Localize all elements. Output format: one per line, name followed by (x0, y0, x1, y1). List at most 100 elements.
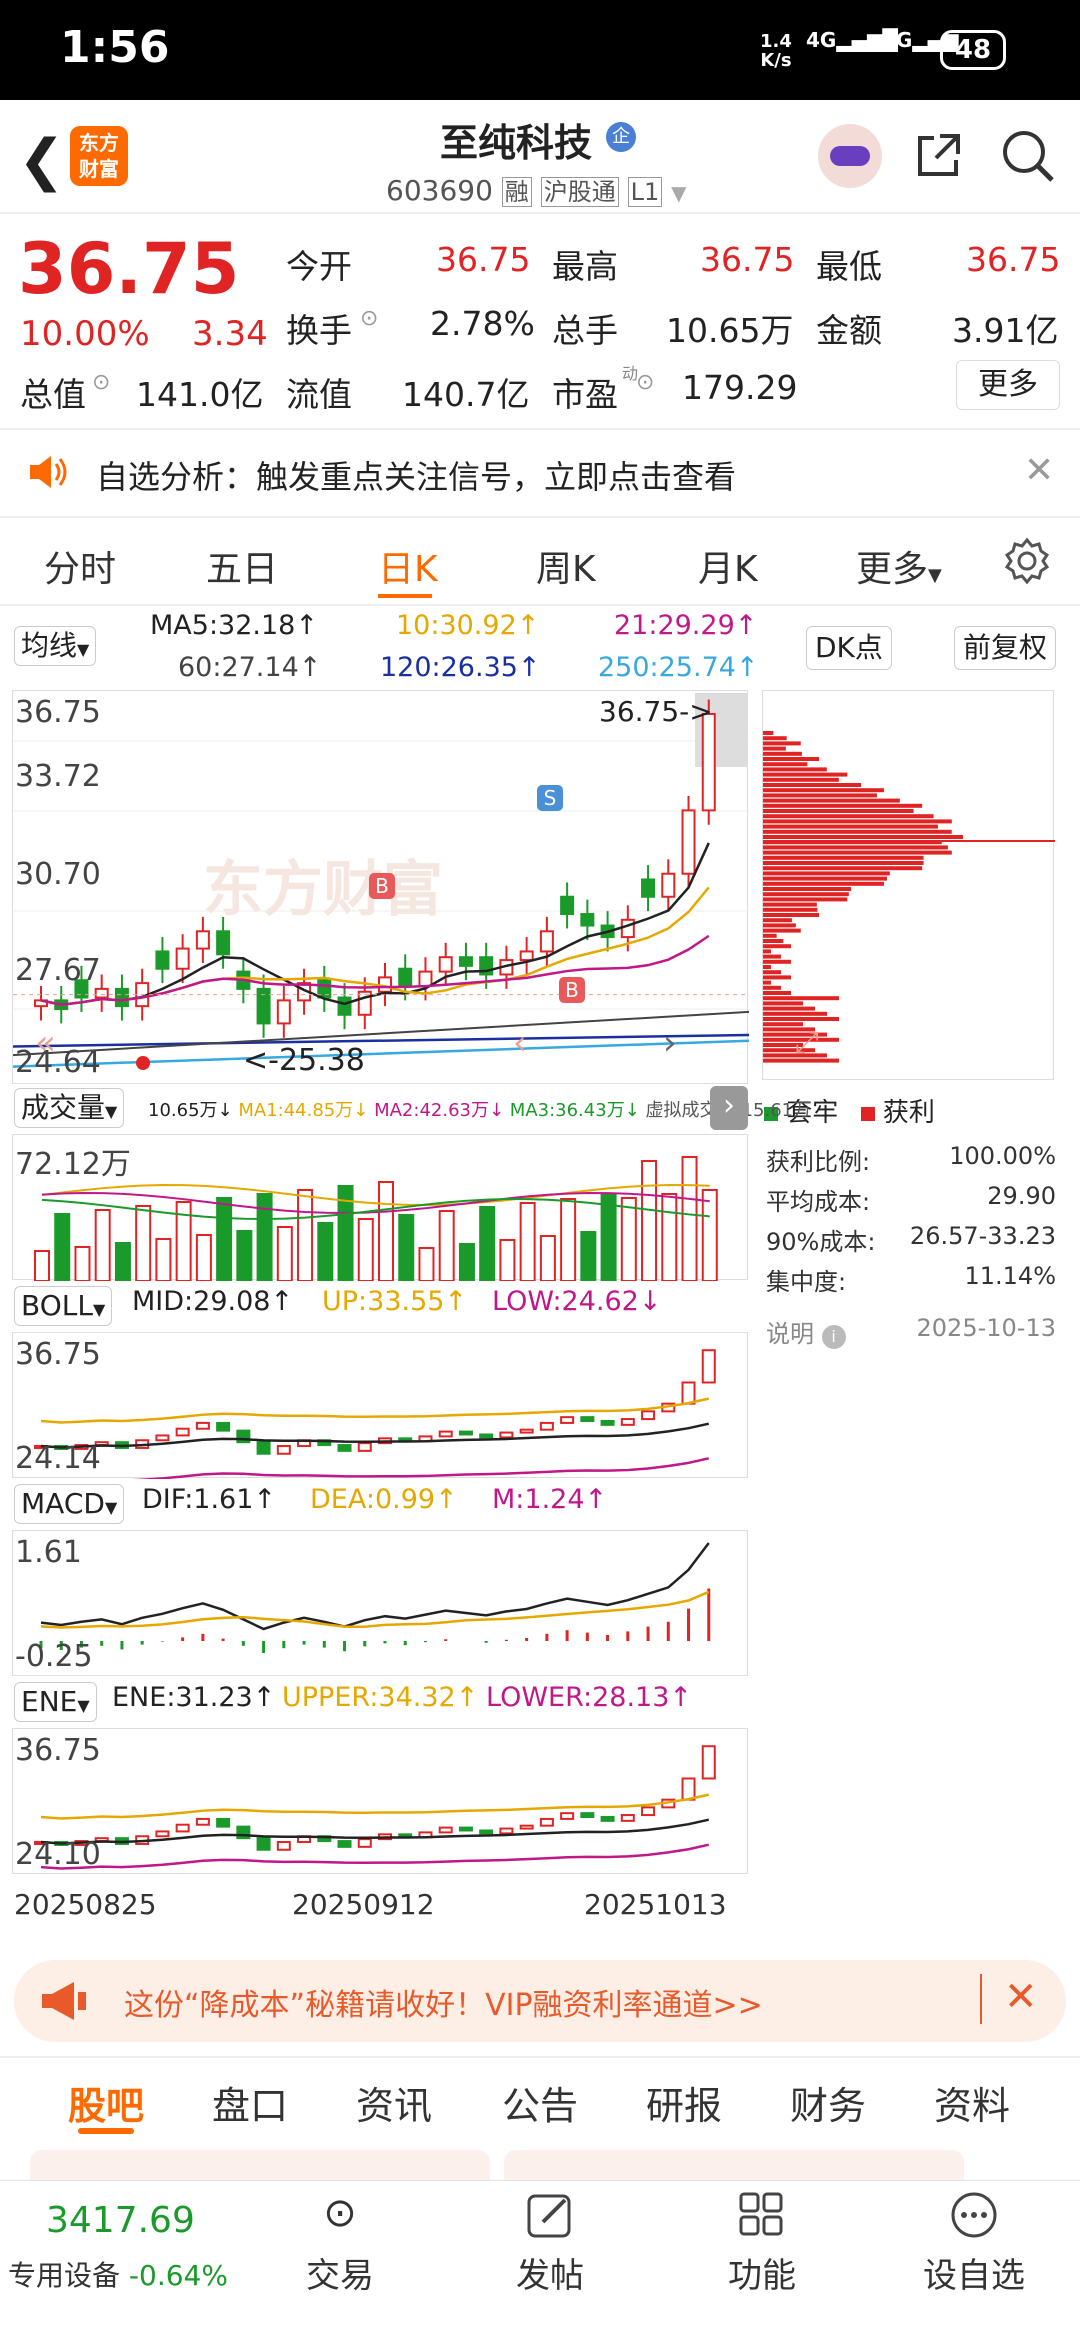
date-label-end: 20251013 (584, 1888, 727, 1921)
volume-bar (539, 1235, 556, 1282)
value-float-cap: 140.7亿 (402, 375, 530, 414)
chip-bar (763, 1006, 815, 1011)
value-market-cap: 141.0亿 (136, 375, 264, 414)
nav-functions[interactable]: 功能 (722, 2190, 802, 2297)
chip-bar (763, 809, 914, 813)
search-icon[interactable] (1000, 128, 1056, 184)
level-tag[interactable]: L1 (627, 177, 663, 207)
label-high: 最高 (552, 247, 618, 286)
notice-text[interactable]: 自选分析：触发重点关注信号，立即点击查看 (96, 452, 736, 498)
info-icon[interactable]: i (821, 1325, 846, 1349)
volume-bar (74, 1246, 91, 1282)
chip-bar (763, 876, 887, 881)
boll-select[interactable]: BOLL▼ (14, 1286, 113, 1326)
back-icon[interactable]: ❮ (18, 128, 65, 193)
tab-order-book[interactable]: 盘口 (212, 2075, 288, 2130)
chip-bar (763, 980, 771, 985)
nav-trade[interactable]: ⊙ 交易 (300, 2190, 380, 2297)
tab-financials[interactable]: 财务 (790, 2075, 866, 2130)
chip-bar (763, 762, 808, 767)
candle-body (114, 987, 129, 1008)
volume-bar (620, 1197, 637, 1282)
close-icon[interactable]: ✕ (1024, 450, 1054, 491)
gear-icon[interactable] (1002, 536, 1052, 586)
chip-bar (763, 887, 852, 891)
more-button[interactable]: 更多 (956, 360, 1060, 410)
label-open: 今开 (286, 247, 352, 286)
chip-bar (763, 1011, 827, 1016)
volume-bar (54, 1213, 71, 1282)
mini-candle (195, 1817, 210, 1826)
tab-more[interactable]: 更多▼ (856, 540, 942, 592)
chip-bar (763, 741, 801, 746)
tab-profile[interactable]: 资料 (934, 2075, 1010, 2130)
promo-banner[interactable]: 这份“降成本”秘籍请收好！VIP融资利率通道>> ✕ (14, 1960, 1066, 2042)
dk-point-button[interactable]: DK点 (806, 626, 892, 670)
status-time: 1:56 (60, 22, 170, 73)
prev-icon[interactable]: ‹ (513, 1023, 527, 1063)
nav-post[interactable]: 发帖 (510, 2190, 590, 2297)
ene-chart[interactable]: 36.75 24.10 (12, 1728, 748, 1874)
expand-icon[interactable]: ⤢ (795, 1025, 819, 1060)
ma-select[interactable]: 均线▼ (14, 626, 97, 666)
nav-add-favorite[interactable]: 设自选 (914, 2190, 1034, 2297)
value-pe: 179.29 (682, 368, 798, 407)
candle-body (458, 956, 473, 967)
tab-research[interactable]: 研报 (646, 2075, 722, 2130)
chevron-down-icon[interactable]: ▼ (671, 181, 686, 205)
info-icon[interactable]: ⊙ (92, 370, 110, 395)
tab-forum[interactable]: 股吧 (68, 2075, 144, 2130)
close-icon[interactable]: ✕ (1004, 1974, 1038, 2020)
index-value[interactable]: 3417.69 (46, 2200, 195, 2241)
chip-bar (763, 845, 948, 850)
mini-candle (681, 1381, 696, 1405)
battery-icon: 48 (940, 30, 1006, 70)
expand-side-icon[interactable]: › (710, 1086, 748, 1130)
tab-news[interactable]: 资讯 (356, 2075, 432, 2130)
candle-body (398, 967, 413, 987)
volume-y-max: 72.12万 (15, 1147, 131, 1182)
tab-daily-k[interactable]: 日K (378, 540, 438, 592)
assistant-avatar-icon[interactable] (818, 124, 882, 188)
chip-distribution[interactable]: ⤢ (762, 690, 1055, 1080)
tab-intraday[interactable]: 分时 (44, 540, 116, 592)
scroll-left-icon[interactable]: « (35, 1023, 56, 1063)
volume-bar (195, 1234, 212, 1282)
sell-signal-badge[interactable]: S (537, 785, 563, 811)
tab-five-day[interactable]: 五日 (206, 540, 278, 592)
index-row[interactable]: 专用设备 -0.64% (8, 2254, 228, 2294)
tab-announcements[interactable]: 公告 (502, 2075, 578, 2130)
info-icon[interactable]: ⊙ (636, 370, 654, 395)
candle-body (256, 987, 271, 1025)
tab-monthly-k[interactable]: 月K (698, 540, 758, 592)
adjust-mode-button[interactable]: 前复权 (954, 626, 1057, 670)
macd-chart[interactable]: 1.61 -0.25 (12, 1530, 748, 1676)
chip-bar (763, 907, 818, 912)
date-label-mid: 20250912 (292, 1888, 435, 1921)
buy-signal-badge-2[interactable]: B (559, 977, 585, 1003)
boll-chart[interactable]: 36.75 24.14 (12, 1332, 748, 1484)
candle-body (620, 918, 635, 939)
promo-text: 这份“降成本”秘籍请收好！VIP融资利率通道>> (124, 1988, 763, 2023)
share-icon[interactable] (914, 130, 964, 180)
info-icon[interactable]: ⊙ (360, 306, 378, 331)
tab-indicator (78, 2128, 134, 2134)
chip-bar (763, 996, 839, 1001)
next-icon[interactable]: › (663, 1023, 677, 1063)
chip-bar (763, 850, 952, 855)
high-marker-label: 36.75-> (599, 695, 713, 728)
band-line (40, 1793, 710, 1820)
ene-select[interactable]: ENE▼ (14, 1682, 97, 1722)
divider (0, 516, 1080, 518)
volume-chart[interactable]: 72.12万 (12, 1134, 748, 1282)
stock-code-row: 603690 融 沪股通 L1 ▼ (386, 172, 687, 207)
kline-chart[interactable]: 东方财富 36.75 33.72 30.70 27.67 24.64 36.75… (12, 690, 749, 1084)
mini-candle (701, 1349, 716, 1384)
buy-signal-badge[interactable]: B (369, 873, 395, 899)
volume-select[interactable]: 成交量▼ (14, 1088, 125, 1128)
macd-select[interactable]: MACD▼ (14, 1484, 125, 1524)
tab-weekly-k[interactable]: 周K (536, 540, 596, 592)
volume-bar (378, 1181, 394, 1282)
chip-bar (763, 736, 787, 741)
chip-note-row[interactable]: 说明 i 2025-10-13 (766, 1314, 1056, 1349)
